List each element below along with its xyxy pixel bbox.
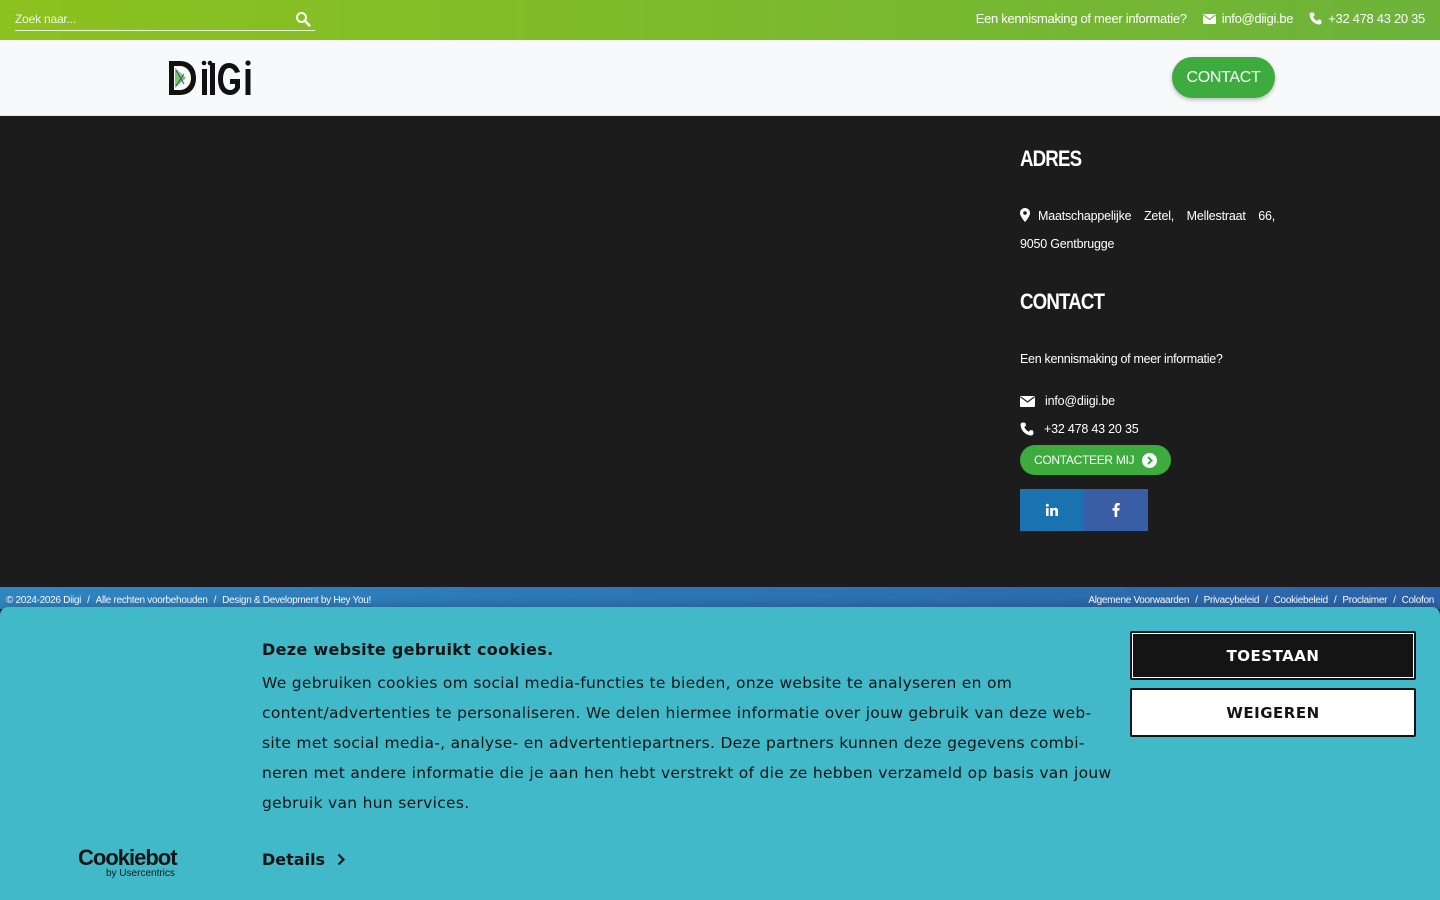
search-box: [15, 8, 315, 31]
contact-email: info@diigi.be: [1045, 394, 1115, 408]
cookie-title: Deze website gebruikt cookies.: [262, 640, 554, 659]
diigi-logo: [169, 60, 251, 95]
search-icon[interactable]: [295, 11, 311, 27]
link-colofon[interactable]: Colofon: [1402, 595, 1435, 606]
phone-icon: [1309, 12, 1322, 25]
contact-email-link[interactable]: info@diigi.be: [1020, 394, 1275, 408]
footer-bar: © 2024-2026 Diigi / Alle rechten voorbehou…: [0, 587, 1440, 609]
link-cookiebeleid[interactable]: Cookiebeleid: [1274, 595, 1329, 606]
cookie-deny-button[interactable]: WEIGEREN: [1130, 688, 1416, 737]
credit-link[interactable]: Design & Development by Hey You!: [222, 595, 371, 606]
link-algemene-voorwaarden[interactable]: Algemene Voorwaarden: [1088, 595, 1189, 606]
link-privacybeleid[interactable]: Privacybeleid: [1204, 595, 1260, 606]
details-label: Details: [262, 850, 326, 869]
header-contact-button[interactable]: CONTACT: [1172, 57, 1275, 98]
cookiebot-logo: Cookiebot by Usercentrics: [78, 845, 178, 879]
chevron-right-icon: [337, 853, 346, 866]
cookie-body: We gebruiken cookies om social media-fun…: [262, 674, 1112, 812]
top-bar: Een kennismaking of meer informatie? inf…: [0, 0, 1440, 40]
link-proclaimer[interactable]: Proclaimer: [1342, 595, 1387, 606]
envelope-icon: [1202, 13, 1216, 24]
map-pin-icon: [1020, 208, 1030, 222]
top-info-text: Een kennismaking of meer informatie?: [975, 11, 1187, 26]
facebook-button[interactable]: [1084, 489, 1148, 531]
arrow-circle-right-icon: [1142, 452, 1158, 468]
cookie-details-link[interactable]: Details: [262, 850, 346, 869]
cookiebot-sub: by Usercentrics: [106, 868, 175, 879]
top-contact-info: Een kennismaking of meer informatie? inf…: [975, 11, 1426, 26]
cta-label: CONTACTEER MIJ: [1034, 453, 1135, 467]
top-email-link[interactable]: info@diigi.be: [1202, 11, 1294, 26]
facebook-icon: [1112, 503, 1120, 517]
contact-phone-link[interactable]: +32 478 43 20 35: [1020, 422, 1275, 436]
contacteer-mij-button[interactable]: CONTACTEER MIJ: [1020, 445, 1172, 475]
search-input[interactable]: [15, 8, 285, 30]
footer-left: © 2024-2026 Diigi / Alle rechten voorbehou…: [6, 595, 371, 606]
linkedin-icon: [1045, 503, 1058, 516]
contact-title: CONTACT: [1020, 289, 1105, 314]
address-line: Maatschappelijke Zetel, Mellestraat 66, …: [1020, 209, 1275, 251]
cookie-allow-button[interactable]: TOESTAAN: [1130, 631, 1416, 680]
top-email: info@diigi.be: [1221, 11, 1294, 26]
site-logo[interactable]: [168, 58, 264, 98]
cookiebot-brand: Cookiebot: [78, 845, 178, 870]
top-phone: +32 478 43 20 35: [1328, 11, 1425, 26]
contact-phone: +32 478 43 20 35: [1044, 422, 1139, 436]
phone-icon: [1020, 422, 1034, 436]
copyright: © 2024-2026 Diigi: [6, 595, 82, 606]
linkedin-button[interactable]: [1020, 489, 1084, 531]
address-title: ADRES: [1020, 146, 1082, 171]
cookie-banner: Cookiebot by Usercentrics Deze website g…: [0, 607, 1440, 900]
contact-intro: Een kennismaking of meer informatie?: [1020, 352, 1223, 366]
footer-links: Algemene Voorwaarden / Privacybeleid / Cooki…: [1088, 595, 1434, 606]
envelope-icon: [1020, 395, 1035, 407]
social-links: [1020, 489, 1275, 531]
rights-text: Alle rechten voorbehouden: [95, 595, 208, 606]
address-block: Maatschappelijke Zetel, Mellestraat 66, …: [1020, 202, 1275, 258]
top-phone-link[interactable]: +32 478 43 20 35: [1309, 11, 1425, 26]
